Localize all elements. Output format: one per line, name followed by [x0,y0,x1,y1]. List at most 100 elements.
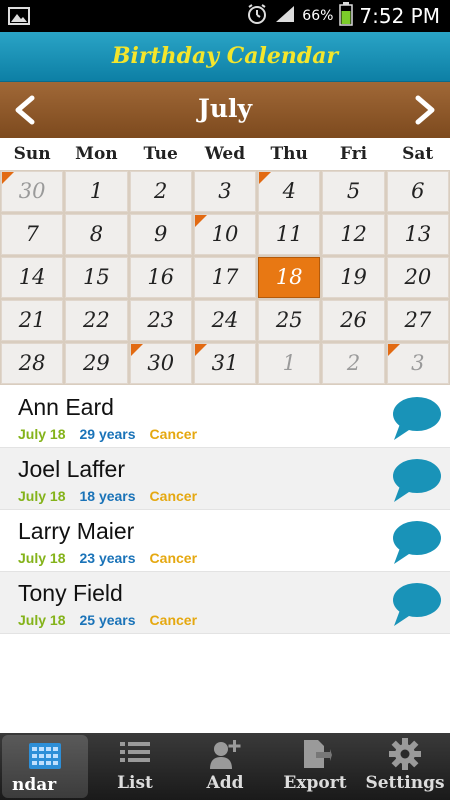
day-number: 5 [346,179,361,203]
day-number: 16 [147,265,175,289]
birthday-date: July 18 [18,426,66,442]
person-name: Joel Laffer [18,456,125,482]
calendar-day[interactable]: 5 [322,171,385,212]
calendar-day[interactable]: 1 [65,171,128,212]
calendar-day[interactable]: 1 [258,343,321,384]
list-icon [90,737,180,771]
calendar-day[interactable]: 29 [65,343,128,384]
day-number: 18 [275,265,303,289]
tab-calendar[interactable]: ndar [2,735,88,798]
zodiac-sign: Cancer [149,612,198,628]
chevron-right-icon [415,95,435,125]
day-number: 21 [18,308,46,332]
day-number: 22 [83,308,110,332]
calendar-day[interactable]: 11 [258,214,321,255]
calendar-day[interactable]: 3 [386,343,449,384]
calendar-day[interactable]: 6 [386,171,449,212]
list-item[interactable]: Larry Maier July 18 23 years Cancer [0,510,450,572]
next-month-button[interactable] [406,92,442,128]
weekday-label: Sun [13,144,51,164]
day-number: 6 [411,179,425,203]
calendar-day[interactable]: 31 [193,343,257,384]
day-number: 13 [404,222,432,246]
day-number: 1 [89,179,104,203]
age: 18 years [79,488,136,504]
list-item[interactable]: Ann Eard July 18 29 years Cancer [0,386,450,448]
calendar-day[interactable]: 28 [1,343,64,384]
weekday-header: Sun Mon Tue Wed Thu Fri Sat [0,138,450,170]
day-number: 23 [147,308,175,332]
zodiac-sign: Cancer [149,550,198,566]
calendar-day[interactable]: 2 [129,171,192,212]
month-bar: July [0,82,450,138]
day-number: 11 [275,222,303,246]
day-number: 4 [282,179,296,203]
calendar-day[interactable]: 20 [386,257,449,298]
message-bubble-icon[interactable] [390,580,442,628]
image-icon [8,6,30,30]
zodiac-sign: Cancer [149,426,198,442]
calendar-day[interactable]: 30 [1,171,64,212]
battery-percent: 66% [302,8,334,24]
weekday-label: Fri [339,144,368,164]
calendar-day[interactable]: 10 [193,214,257,255]
tab-export[interactable]: Export [270,733,360,800]
day-number: 3 [218,179,232,203]
day-number: 3 [411,351,425,375]
calendar-day[interactable]: 22 [65,300,128,341]
calendar-day[interactable]: 2 [322,343,385,384]
calendar-day[interactable]: 13 [386,214,449,255]
day-number: 1 [282,351,296,375]
calendar-day[interactable]: 4 [258,171,321,212]
day-number: 10 [211,222,239,246]
day-number: 7 [25,222,39,246]
day-number: 31 [211,351,239,375]
tab-list[interactable]: List [90,733,180,800]
day-number: 8 [89,222,104,246]
calendar-day[interactable]: 26 [322,300,385,341]
signal-icon [274,4,296,28]
tab-settings[interactable]: Settings [360,733,450,800]
calendar-day[interactable]: 21 [1,300,64,341]
weekday-label: Mon [75,144,118,164]
message-bubble-icon[interactable] [390,394,442,442]
calendar-day[interactable]: 9 [129,214,192,255]
app-title: Birthday Calendar [111,43,339,69]
day-number: 9 [154,222,168,246]
calendar-day[interactable]: 15 [65,257,128,298]
weekday-label: Thu [270,144,308,164]
day-number: 12 [340,222,367,246]
calendar-day[interactable]: 14 [1,257,64,298]
calendar-day[interactable]: 17 [193,257,257,298]
calendar-day[interactable]: 7 [1,214,64,255]
calendar-day[interactable]: 30 [129,343,192,384]
day-number: 24 [211,308,239,332]
calendar-day[interactable]: 12 [322,214,385,255]
calendar-grid: 30 1 2 3 4 5 6 7 8 9 10 11 12 13 14 15 16 17 18 19 20 21 22 23 2… [0,170,450,385]
calendar-day[interactable]: 8 [65,214,128,255]
list-item[interactable]: Tony Field July 18 25 years Cancer [0,572,450,634]
clock: 7:52 PM [359,4,440,28]
month-title: July [197,94,253,123]
calendar-day[interactable]: 19 [322,257,385,298]
calendar-day-today[interactable]: 18 [258,257,321,298]
message-bubble-icon[interactable] [390,518,442,566]
tab-add[interactable]: Add [180,733,270,800]
calendar-day[interactable]: 24 [193,300,257,341]
list-item[interactable]: Joel Laffer July 18 18 years Cancer [0,448,450,510]
battery-icon [339,2,354,30]
calendar-day[interactable]: 23 [129,300,192,341]
age: 23 years [79,550,136,566]
birthday-list: Ann Eard July 18 29 years Cancer Joel La… [0,386,450,634]
birthday-date: July 18 [18,488,66,504]
message-bubble-icon[interactable] [390,456,442,504]
day-number: 19 [340,265,367,289]
calendar-day[interactable]: 3 [193,171,257,212]
export-icon [270,737,360,771]
calendar-day[interactable]: 16 [129,257,192,298]
day-number: 20 [404,265,432,289]
calendar-day[interactable]: 25 [258,300,321,341]
add-person-icon [180,737,270,771]
calendar-day[interactable]: 27 [386,300,449,341]
person-name: Larry Maier [18,518,135,544]
